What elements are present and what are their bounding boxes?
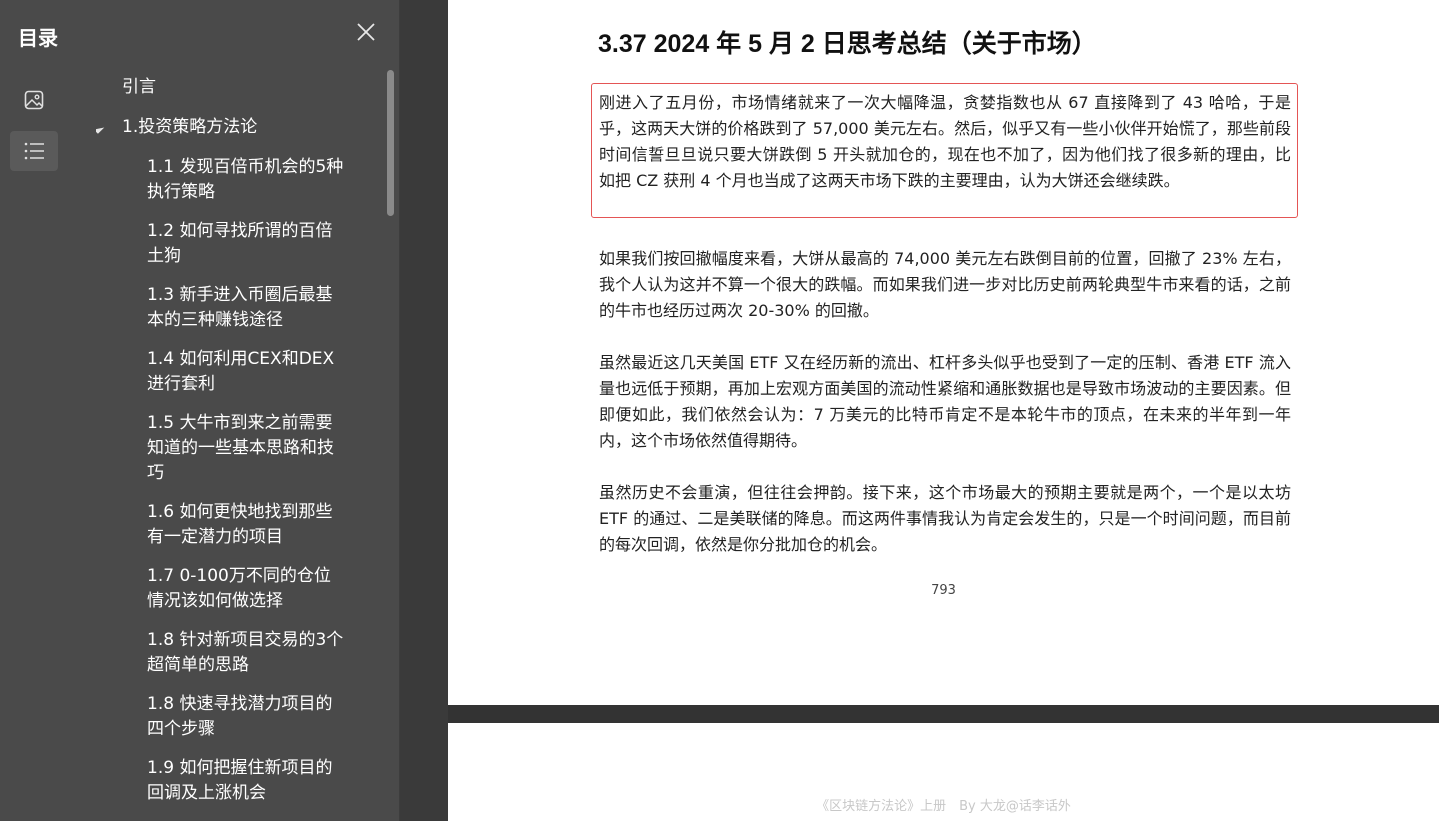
sidebar-title: 目录 (18, 26, 58, 50)
list-icon (24, 142, 44, 160)
toc-item-label: 1.1 发现百倍币机会的5种执行策略 (147, 157, 344, 202)
toc-list: 引言 1.投资策略方法论 1.1 发现百倍币机会的5种执行策略 1.2 如何寻找… (96, 68, 386, 821)
paragraph-2: 如果我们按回撤幅度来看，大饼从最高的 74,000 美元左右跌倒目前的位置，回撤… (599, 249, 1291, 320)
document-page: 3.37 2024 年 5 月 2 日思考总结（关于市场） 刚进入了五月份，市场… (448, 0, 1439, 705)
toc-item-label: 1.5 大牛市到来之前需要知道的一些基本思路和技巧 (147, 413, 334, 483)
paragraph-1: 刚进入了五月份，市场情绪就来了一次大幅降温，贪婪指数也从 67 直接降到了 43… (599, 93, 1291, 190)
image-icon (24, 90, 44, 110)
next-document-page: 《区块链方法论》上册 By 大龙@话李话外 (448, 723, 1439, 821)
toc-item-label: 1.投资策略方法论 (122, 117, 258, 137)
toc-item-1-1[interactable]: 1.1 发现百倍币机会的5种执行策略 (96, 148, 386, 212)
paragraph-4: 虽然历史不会重演，但往往会押韵。接下来，这个市场最大的预期主要就是两个，一个是以… (599, 483, 1291, 554)
close-icon (357, 23, 375, 41)
outline-button[interactable] (10, 131, 58, 171)
reader-app: 目录 引言 1.投资策略方法论 1.1 发现百倍币机会的5种执行策略 1.2 如… (0, 0, 1439, 821)
toc-item-1-9[interactable]: 1.9 如何把握住新项目的回调及上涨机会 (96, 749, 386, 813)
page-number: 793 (931, 583, 956, 598)
toc-item-intro[interactable]: 引言 (96, 68, 386, 108)
toc-scrollbar[interactable] (387, 70, 394, 216)
toc-item-1-5[interactable]: 1.5 大牛市到来之前需要知道的一些基本思路和技巧 (96, 404, 386, 493)
toc-item-1-4[interactable]: 1.4 如何利用CEX和DEX进行套利 (96, 340, 386, 404)
toc-item-1-6[interactable]: 1.6 如何更快地找到那些有一定潜力的项目 (96, 493, 386, 557)
toc-item-label: 1.4 如何利用CEX和DEX进行套利 (147, 349, 335, 394)
paragraph-3: 虽然最近这几天美国 ETF 又在经历新的流出、杠杆多头似乎也受到了一定的压制、香… (599, 353, 1291, 450)
close-sidebar-button[interactable] (352, 18, 380, 46)
toc-item-1-8a[interactable]: 1.8 针对新项目交易的3个超简单的思路 (96, 621, 386, 685)
toc-sidebar: 目录 引言 1.投资策略方法论 1.1 发现百倍币机会的5种执行策略 1.2 如… (0, 0, 400, 821)
toc-item-label: 1.8 快速寻找潜力项目的四个步骤 (147, 694, 333, 739)
document-viewer: 3.37 2024 年 5 月 2 日思考总结（关于市场） 刚进入了五月份，市场… (401, 0, 1439, 821)
toc-item-1-3[interactable]: 1.3 新手进入币圈后最基本的三种赚钱途径 (96, 276, 386, 340)
toc-item-label: 1.6 如何更快地找到那些有一定潜力的项目 (147, 502, 333, 547)
toc-item-1-2[interactable]: 1.2 如何寻找所谓的百倍土狗 (96, 212, 386, 276)
toc-item-1-7[interactable]: 1.7 0-100万不同的仓位情况该如何做选择 (96, 557, 386, 621)
thumbnails-button[interactable] (10, 80, 58, 120)
expand-arrow-icon[interactable] (96, 123, 105, 134)
toc-item-label: 1.3 新手进入币圈后最基本的三种赚钱途径 (147, 285, 333, 330)
toc-item-1-8b[interactable]: 1.8 快速寻找潜力项目的四个步骤 (96, 685, 386, 749)
toc-item-label: 1.9 如何把握住新项目的回调及上涨机会 (147, 758, 333, 803)
section-heading: 3.37 2024 年 5 月 2 日思考总结（关于市场） (598, 30, 1097, 58)
toc-item-label: 1.7 0-100万不同的仓位情况该如何做选择 (147, 566, 331, 611)
toc-item-chapter-1[interactable]: 1.投资策略方法论 (96, 108, 386, 148)
toc-item-label: 引言 (122, 77, 156, 97)
page-header-text: 《区块链方法论》上册 By 大龙@话李话外 (816, 799, 1071, 814)
page-separator (448, 705, 1439, 723)
toc-item-label: 1.2 如何寻找所谓的百倍土狗 (147, 221, 333, 266)
toc-item-label: 1.8 针对新项目交易的3个超简单的思路 (147, 630, 344, 675)
